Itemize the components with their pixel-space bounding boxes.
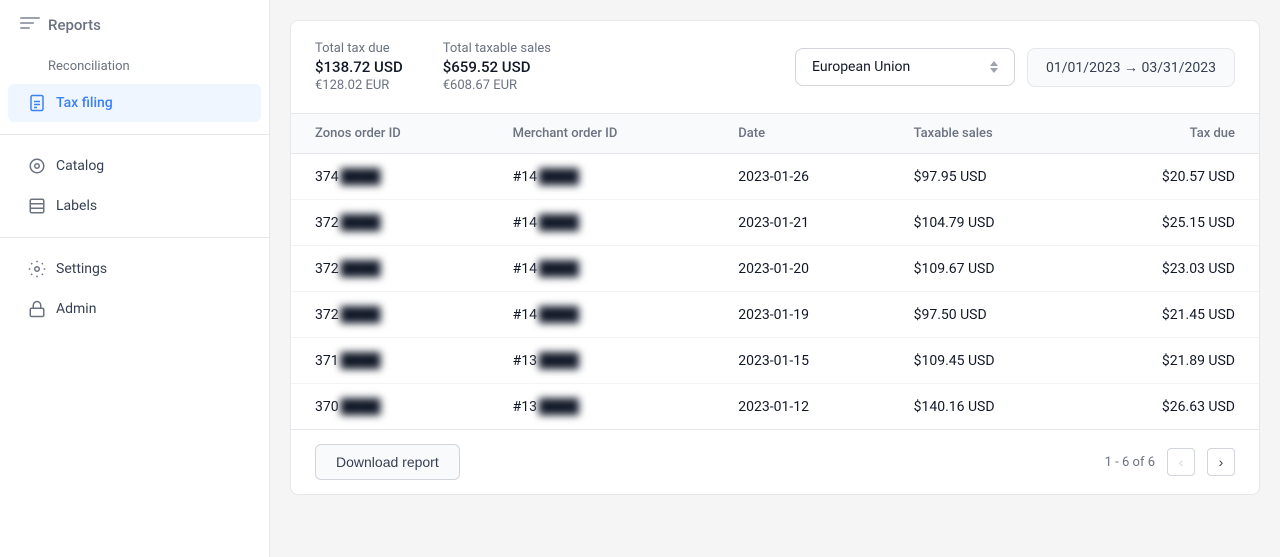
settings-icon xyxy=(28,260,46,278)
labels-icon xyxy=(28,197,46,215)
cell-zonos-id: 370████ xyxy=(291,384,489,430)
cell-taxable-sales: $104.79 USD xyxy=(890,200,1080,246)
table-row: 370████ #13████ 2023-01-12 $140.16 USD $… xyxy=(291,384,1259,430)
tax-filing-icon xyxy=(28,94,46,112)
sidebar-item-catalog[interactable]: Catalog xyxy=(8,147,261,185)
table-row: 372████ #14████ 2023-01-19 $97.50 USD $2… xyxy=(291,292,1259,338)
cell-date: 2023-01-20 xyxy=(714,246,889,292)
date-range: 01/01/2023 → 03/31/2023 xyxy=(1027,48,1235,87)
total-taxable-sales-usd: $659.52 USD xyxy=(443,58,551,76)
sidebar-item-tax-filing[interactable]: Tax filing xyxy=(8,84,261,122)
cell-taxable-sales: $140.16 USD xyxy=(890,384,1080,430)
region-select[interactable]: European Union xyxy=(795,48,1015,86)
sidebar-divider-2 xyxy=(0,237,269,238)
catalog-icon xyxy=(28,157,46,175)
cell-merchant-id: #13████ xyxy=(489,338,715,384)
total-tax-due-label: Total tax due xyxy=(315,41,403,56)
cell-zonos-id: 372████ xyxy=(291,292,489,338)
sidebar-item-settings[interactable]: Settings xyxy=(8,250,261,288)
download-report-button[interactable]: Download report xyxy=(315,444,460,480)
cell-zonos-id: 374████ xyxy=(291,154,489,200)
cell-zonos-id: 372████ xyxy=(291,200,489,246)
cell-taxable-sales: $109.45 USD xyxy=(890,338,1080,384)
cell-merchant-id: #14████ xyxy=(489,246,715,292)
sidebar-item-reconciliation[interactable]: Reconciliation xyxy=(8,51,261,82)
sidebar: Reports Reconciliation Tax filing Catalo… xyxy=(0,0,270,557)
cell-date: 2023-01-15 xyxy=(714,338,889,384)
cell-date: 2023-01-12 xyxy=(714,384,889,430)
col-merchant-order-id: Merchant order ID xyxy=(489,114,715,154)
cell-taxable-sales: $97.50 USD xyxy=(890,292,1080,338)
col-taxable-sales: Taxable sales xyxy=(890,114,1080,154)
sidebar-divider xyxy=(0,134,269,135)
sidebar-item-labels[interactable]: Labels xyxy=(8,187,261,225)
cell-tax-due: $23.03 USD xyxy=(1080,246,1259,292)
cell-date: 2023-01-21 xyxy=(714,200,889,246)
total-tax-due: Total tax due $138.72 USD €128.02 EUR xyxy=(315,41,403,93)
cell-merchant-id: #14████ xyxy=(489,292,715,338)
sidebar-header: Reports xyxy=(0,16,269,50)
cell-merchant-id: #14████ xyxy=(489,154,715,200)
pagination: 1 - 6 of 6 ‹ › xyxy=(1105,448,1235,476)
main-content: Total tax due $138.72 USD €128.02 EUR To… xyxy=(270,0,1280,557)
region-select-arrows xyxy=(990,61,998,73)
pagination-next-button[interactable]: › xyxy=(1207,448,1235,476)
total-tax-due-eur: €128.02 EUR xyxy=(315,78,403,93)
total-taxable-sales-eur: €608.67 EUR xyxy=(443,78,551,93)
table-row: 374████ #14████ 2023-01-26 $97.95 USD $2… xyxy=(291,154,1259,200)
arrow-up-icon xyxy=(990,61,998,66)
total-taxable-sales-label: Total taxable sales xyxy=(443,41,551,56)
cell-tax-due: $21.45 USD xyxy=(1080,292,1259,338)
cell-taxable-sales: $97.95 USD xyxy=(890,154,1080,200)
cell-merchant-id: #14████ xyxy=(489,200,715,246)
cell-tax-due: $21.89 USD xyxy=(1080,338,1259,384)
sidebar-item-admin[interactable]: Admin xyxy=(8,290,261,328)
cell-date: 2023-01-26 xyxy=(714,154,889,200)
summary-controls: European Union 01/01/2023 → 03/31/2023 xyxy=(795,48,1235,87)
pagination-prev-button[interactable]: ‹ xyxy=(1167,448,1195,476)
col-date: Date xyxy=(714,114,889,154)
total-tax-due-usd: $138.72 USD xyxy=(315,58,403,76)
col-zonos-order-id: Zonos order ID xyxy=(291,114,489,154)
cell-zonos-id: 372████ xyxy=(291,246,489,292)
total-taxable-sales: Total taxable sales $659.52 USD €608.67 … xyxy=(443,41,551,93)
cell-zonos-id: 371████ xyxy=(291,338,489,384)
table-footer: Download report 1 - 6 of 6 ‹ › xyxy=(291,429,1259,494)
col-tax-due: Tax due xyxy=(1080,114,1259,154)
sidebar-header-label: Reports xyxy=(48,16,101,34)
table-row: 371████ #13████ 2023-01-15 $109.45 USD $… xyxy=(291,338,1259,384)
table-header-row: Zonos order ID Merchant order ID Date Ta… xyxy=(291,114,1259,154)
cell-tax-due: $20.57 USD xyxy=(1080,154,1259,200)
summary-bar: Total tax due $138.72 USD €128.02 EUR To… xyxy=(291,21,1259,114)
cell-date: 2023-01-19 xyxy=(714,292,889,338)
cell-merchant-id: #13████ xyxy=(489,384,715,430)
orders-table: Zonos order ID Merchant order ID Date Ta… xyxy=(291,114,1259,429)
reports-icon xyxy=(20,17,40,33)
content-card: Total tax due $138.72 USD €128.02 EUR To… xyxy=(290,20,1260,495)
table-row: 372████ #14████ 2023-01-20 $109.67 USD $… xyxy=(291,246,1259,292)
pagination-info: 1 - 6 of 6 xyxy=(1105,455,1155,470)
admin-icon xyxy=(28,300,46,318)
table-row: 372████ #14████ 2023-01-21 $104.79 USD $… xyxy=(291,200,1259,246)
arrow-down-icon xyxy=(990,68,998,73)
cell-taxable-sales: $109.67 USD xyxy=(890,246,1080,292)
cell-tax-due: $25.15 USD xyxy=(1080,200,1259,246)
region-select-value: European Union xyxy=(812,59,910,75)
cell-tax-due: $26.63 USD xyxy=(1080,384,1259,430)
